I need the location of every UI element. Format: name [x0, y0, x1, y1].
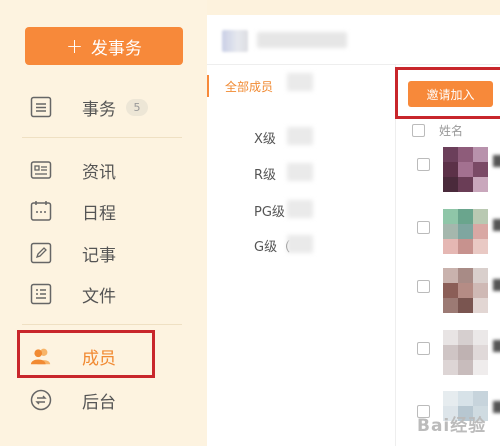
member-name [493, 219, 500, 231]
member-avatar[interactable] [443, 209, 489, 255]
sidebar-item-label: 记事 [82, 245, 116, 266]
member-avatar[interactable] [443, 268, 489, 314]
group-all-members[interactable]: 全部成员 [207, 75, 273, 97]
group-count [287, 235, 313, 253]
sidebar-item-tasks[interactable]: 事务 5 [0, 87, 190, 127]
highlight-box [17, 330, 155, 378]
edit-note-icon [30, 242, 52, 264]
member-name [493, 155, 500, 167]
group-count [287, 127, 313, 145]
group-item-pg[interactable]: PG级 [254, 201, 285, 220]
sidebar-item-files[interactable]: 文件 [0, 274, 190, 314]
group-count [287, 163, 313, 181]
calendar-icon [30, 200, 52, 222]
plus-icon: + [66, 34, 83, 58]
member-avatar[interactable] [443, 330, 489, 376]
member-avatar[interactable] [443, 147, 489, 193]
row-checkbox[interactable] [417, 158, 430, 171]
divider [22, 324, 182, 325]
divider [22, 137, 182, 138]
list-icon [30, 96, 52, 118]
watermark: Bai经验 [417, 416, 487, 436]
new-task-label: 发事务 [90, 38, 142, 59]
team-name [257, 32, 347, 48]
group-item-x[interactable]: X级 [254, 128, 276, 147]
sidebar-item-schedule[interactable]: 日程 [0, 191, 190, 231]
group-item-r[interactable]: R级 [254, 164, 276, 183]
member-name [493, 279, 500, 291]
row-checkbox[interactable] [417, 280, 430, 293]
news-icon [30, 159, 52, 181]
group-count [287, 200, 313, 218]
sidebar-item-label: 日程 [82, 203, 116, 224]
name-column-header: 姓名 [439, 123, 464, 138]
sidebar-item-notes[interactable]: 记事 [0, 233, 190, 273]
sidebar-item-label: 文件 [82, 286, 116, 307]
select-all-checkbox[interactable] [412, 123, 425, 137]
member-group-list: 全部成员 X级 R级 PG级 G级（ [207, 65, 397, 446]
highlight-box [395, 67, 500, 119]
column-divider [395, 65, 396, 446]
row-checkbox[interactable] [417, 342, 430, 355]
table-header: 姓名 [412, 121, 463, 139]
sidebar-item-label: 事务 [82, 99, 116, 120]
new-task-button[interactable]: + 发事务 [25, 27, 183, 65]
group-count [287, 73, 313, 91]
sidebar: + 发事务 事务 5 资讯 日程 记事 文件 成员 后台 [0, 0, 207, 446]
team-avatar [222, 30, 248, 52]
sidebar-item-label: 资讯 [82, 162, 116, 183]
member-name [493, 401, 500, 413]
sidebar-item-admin[interactable]: 后台 [0, 380, 190, 420]
file-icon [30, 283, 52, 305]
member-name [493, 340, 500, 352]
sync-icon [30, 389, 52, 411]
sidebar-item-label: 后台 [82, 392, 116, 413]
count-badge: 5 [126, 98, 148, 116]
row-checkbox[interactable] [417, 221, 430, 234]
group-item-g[interactable]: G级（ [254, 236, 290, 255]
sidebar-item-news[interactable]: 资讯 [0, 150, 190, 190]
members-panel: 全部成员 X级 R级 PG级 G级（ 邀请加入 姓名 Bai经验 [207, 15, 500, 446]
panel-header [207, 15, 500, 65]
